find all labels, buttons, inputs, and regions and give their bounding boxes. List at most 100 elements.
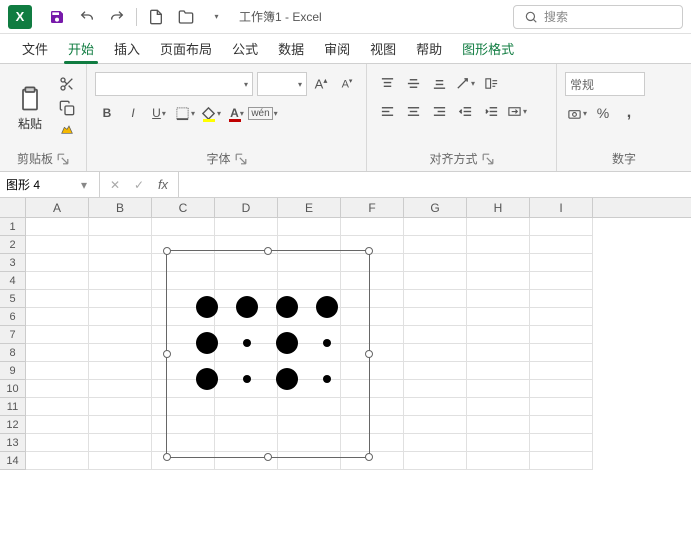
cell[interactable] xyxy=(467,272,530,290)
font-color-button[interactable]: A▾ xyxy=(225,102,249,124)
cell[interactable] xyxy=(89,452,152,470)
qat-customize-button[interactable]: ▾ xyxy=(203,4,229,30)
shape-selection[interactable] xyxy=(166,250,370,458)
increase-font-button[interactable]: A▴ xyxy=(309,73,333,95)
paste-button[interactable]: 粘贴 xyxy=(8,74,52,142)
column-header[interactable]: D xyxy=(215,198,278,217)
orientation-button[interactable]: ▾ xyxy=(453,72,477,94)
insert-function-button[interactable]: fx xyxy=(152,174,174,196)
cell[interactable] xyxy=(467,308,530,326)
cell[interactable] xyxy=(404,434,467,452)
open-file-button[interactable] xyxy=(173,4,199,30)
font-launcher-icon[interactable] xyxy=(235,153,247,165)
cell[interactable] xyxy=(530,416,593,434)
tab-插入[interactable]: 插入 xyxy=(104,34,150,63)
cell[interactable] xyxy=(89,344,152,362)
cell[interactable] xyxy=(530,452,593,470)
row-header[interactable]: 9 xyxy=(0,362,25,380)
cell[interactable] xyxy=(467,452,530,470)
column-header[interactable]: A xyxy=(26,198,89,217)
cell[interactable] xyxy=(404,236,467,254)
select-all-corner[interactable] xyxy=(0,198,26,218)
cell[interactable] xyxy=(26,398,89,416)
save-button[interactable] xyxy=(44,4,70,30)
row-header[interactable]: 7 xyxy=(0,326,25,344)
cancel-formula-button[interactable]: ✕ xyxy=(104,174,126,196)
align-left-button[interactable] xyxy=(375,100,399,122)
tab-帮助[interactable]: 帮助 xyxy=(406,34,452,63)
cell[interactable] xyxy=(152,218,215,236)
align-middle-button[interactable] xyxy=(401,72,425,94)
align-center-button[interactable] xyxy=(401,100,425,122)
tab-数据[interactable]: 数据 xyxy=(268,34,314,63)
cell[interactable] xyxy=(530,326,593,344)
number-format-combo[interactable]: 常规 xyxy=(565,72,645,96)
search-box[interactable]: 搜索 xyxy=(513,5,683,29)
cell[interactable] xyxy=(530,362,593,380)
column-header[interactable]: E xyxy=(278,198,341,217)
cell[interactable] xyxy=(89,416,152,434)
row-header[interactable]: 3 xyxy=(0,254,25,272)
row-header[interactable]: 1 xyxy=(0,218,25,236)
cell[interactable] xyxy=(467,326,530,344)
cell[interactable] xyxy=(467,218,530,236)
bold-button[interactable]: B xyxy=(95,102,119,124)
cell[interactable] xyxy=(278,218,341,236)
cell[interactable] xyxy=(467,362,530,380)
name-box[interactable]: ▾ xyxy=(0,172,100,197)
cell[interactable] xyxy=(404,380,467,398)
name-box-input[interactable] xyxy=(0,178,74,192)
column-header[interactable]: H xyxy=(467,198,530,217)
cell[interactable] xyxy=(89,236,152,254)
formula-input[interactable] xyxy=(179,172,691,197)
cell[interactable] xyxy=(89,380,152,398)
cell[interactable] xyxy=(89,362,152,380)
cell[interactable] xyxy=(404,254,467,272)
cell[interactable] xyxy=(404,452,467,470)
cell[interactable] xyxy=(404,344,467,362)
braille-shape[interactable] xyxy=(167,251,369,457)
cell[interactable] xyxy=(89,254,152,272)
borders-button[interactable]: ▾ xyxy=(173,102,197,124)
name-box-dropdown[interactable]: ▾ xyxy=(74,178,94,192)
tab-视图[interactable]: 视图 xyxy=(360,34,406,63)
row-header[interactable]: 5 xyxy=(0,290,25,308)
new-file-button[interactable] xyxy=(143,4,169,30)
copy-button[interactable] xyxy=(56,98,78,118)
decrease-font-button[interactable]: A▾ xyxy=(335,73,359,95)
cell[interactable] xyxy=(530,380,593,398)
row-header[interactable]: 12 xyxy=(0,416,25,434)
decrease-indent-button[interactable] xyxy=(453,100,477,122)
alignment-launcher-icon[interactable] xyxy=(482,153,494,165)
row-header[interactable]: 8 xyxy=(0,344,25,362)
underline-button[interactable]: U▾ xyxy=(147,102,171,124)
cell[interactable] xyxy=(404,272,467,290)
accept-formula-button[interactable]: ✓ xyxy=(128,174,150,196)
cell[interactable] xyxy=(26,326,89,344)
cell[interactable] xyxy=(26,272,89,290)
cell[interactable] xyxy=(341,218,404,236)
cell[interactable] xyxy=(467,434,530,452)
cell[interactable] xyxy=(404,290,467,308)
cell[interactable] xyxy=(89,272,152,290)
cell[interactable] xyxy=(530,434,593,452)
italic-button[interactable]: I xyxy=(121,102,145,124)
tab-开始[interactable]: 开始 xyxy=(58,34,104,63)
align-top-button[interactable] xyxy=(375,72,399,94)
tab-审阅[interactable]: 审阅 xyxy=(314,34,360,63)
cell[interactable] xyxy=(215,218,278,236)
cell[interactable] xyxy=(404,362,467,380)
align-right-button[interactable] xyxy=(427,100,451,122)
cell[interactable] xyxy=(89,434,152,452)
cell[interactable] xyxy=(467,236,530,254)
cell[interactable] xyxy=(26,416,89,434)
percent-button[interactable]: % xyxy=(591,102,615,124)
cell[interactable] xyxy=(26,452,89,470)
cell[interactable] xyxy=(89,290,152,308)
cells-area[interactable] xyxy=(26,218,691,539)
column-header[interactable]: I xyxy=(530,198,593,217)
cell[interactable] xyxy=(530,344,593,362)
cell[interactable] xyxy=(404,398,467,416)
cell[interactable] xyxy=(26,344,89,362)
row-header[interactable]: 6 xyxy=(0,308,25,326)
